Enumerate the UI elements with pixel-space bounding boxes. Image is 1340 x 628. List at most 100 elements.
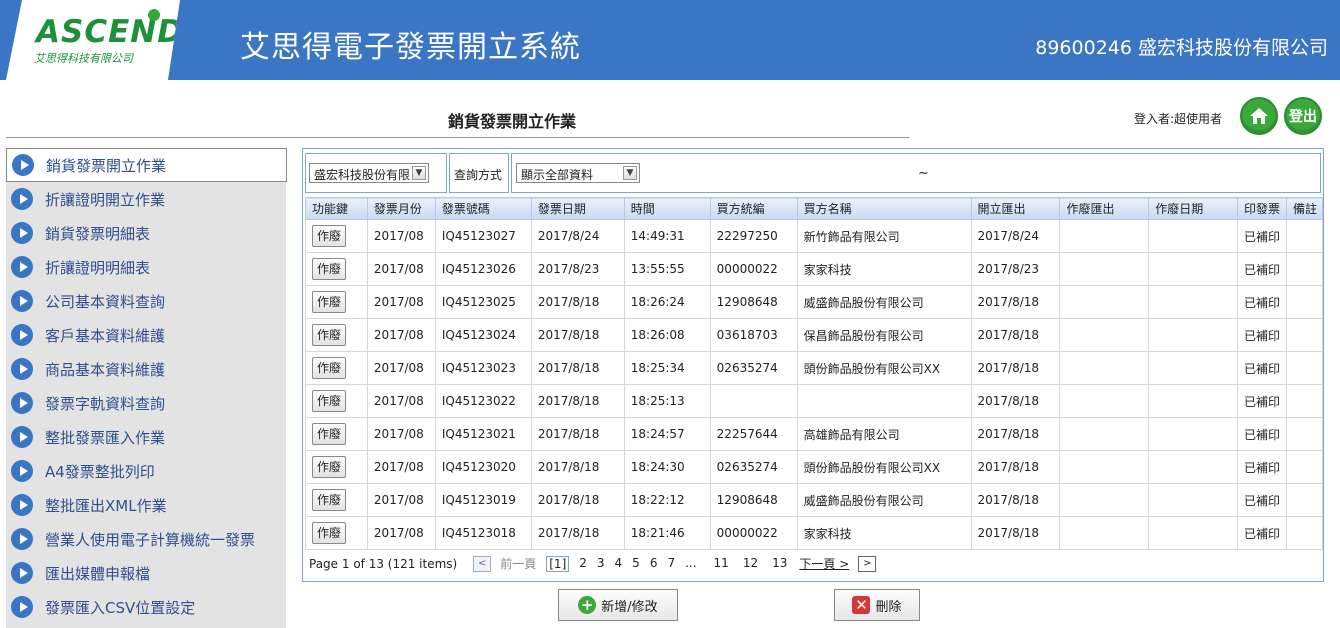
table-cell bbox=[796, 384, 972, 418]
void-button[interactable]: 作廢 bbox=[312, 522, 346, 544]
table-cell: 作廢 bbox=[305, 417, 368, 451]
column-header[interactable]: 開立匯出 bbox=[970, 197, 1061, 220]
add-edit-button[interactable]: + 新增/修改 bbox=[558, 589, 678, 621]
logo-text: ASCEND bbox=[36, 14, 184, 50]
prev-page-icon[interactable]: < bbox=[473, 555, 492, 572]
page-link[interactable]: 7 bbox=[667, 556, 675, 572]
table-cell: 作廢 bbox=[305, 483, 368, 517]
sidebar-item[interactable]: 銷貨發票開立作業 bbox=[6, 148, 287, 182]
sidebar-item[interactable]: 整批匯出XML作業 bbox=[6, 488, 286, 522]
void-button[interactable]: 作廢 bbox=[312, 456, 346, 478]
sidebar-item[interactable]: 客戶基本資料維護 bbox=[6, 318, 286, 352]
chevron-down-icon: ▼ bbox=[623, 166, 637, 180]
home-button[interactable] bbox=[1240, 97, 1278, 135]
sidebar-item-label: 整批發票匯入作業 bbox=[45, 428, 166, 447]
table-cell: 2017/8/18 bbox=[530, 483, 625, 517]
sidebar-item[interactable]: 銷貨發票明細表 bbox=[6, 216, 286, 250]
sidebar-item[interactable]: 整批發票匯入作業 bbox=[6, 420, 286, 454]
table-cell: 00000022 bbox=[709, 516, 798, 550]
sidebar-item[interactable]: 發票字軌資料查詢 bbox=[6, 386, 286, 420]
table-cell: 2017/08 bbox=[366, 417, 436, 451]
table-cell: 18:25:34 bbox=[623, 351, 711, 385]
sidebar-item-label: 銷貨發票開立作業 bbox=[46, 156, 167, 175]
column-header[interactable]: 發票號碼 bbox=[434, 197, 532, 220]
company-select[interactable]: 盛宏科技股份有限 ▼ bbox=[309, 163, 429, 183]
table-cell bbox=[1148, 450, 1239, 484]
column-header[interactable]: 發票月份 bbox=[366, 197, 436, 220]
sidebar-item[interactable]: A4發票整批列印 bbox=[6, 454, 286, 488]
sidebar-item[interactable]: 匯出媒體申報檔 bbox=[6, 556, 286, 590]
table-cell bbox=[1148, 285, 1239, 319]
table-cell: 作廢 bbox=[305, 516, 368, 550]
table-cell: 2017/08 bbox=[366, 285, 436, 319]
page-links: [1] 2 3 4 5 6 7... 11 12 13 bbox=[541, 555, 794, 572]
logo: ASCEND 艾思得科技有限公司 bbox=[0, 0, 180, 80]
page-link[interactable]: 13 bbox=[772, 556, 787, 572]
next-page-icon[interactable]: > bbox=[858, 555, 877, 572]
next-page-link[interactable]: 下一頁 > bbox=[799, 555, 849, 572]
sidebar-item-label: 公司基本資料查詢 bbox=[45, 292, 166, 311]
table-cell: 作廢 bbox=[305, 384, 368, 418]
table-cell: IQ45123023 bbox=[434, 351, 532, 385]
void-button[interactable]: 作廢 bbox=[312, 258, 346, 280]
prev-page-link[interactable]: 前一頁 bbox=[500, 555, 536, 572]
table-cell: 12908648 bbox=[709, 285, 798, 319]
void-button[interactable]: 作廢 bbox=[312, 225, 346, 247]
logout-button[interactable]: 登出 bbox=[1284, 97, 1322, 135]
query-select-value: 顯示全部資料 bbox=[521, 168, 594, 182]
page-link[interactable]: 3 bbox=[597, 556, 605, 572]
table-row: 作廢 2017/08 IQ45123019 2017/8/18 18:22:12 1290… bbox=[305, 483, 1324, 517]
page-link[interactable]: 6 bbox=[650, 556, 658, 572]
void-button[interactable]: 作廢 bbox=[312, 324, 346, 346]
table-cell bbox=[1059, 384, 1150, 418]
table-cell bbox=[1059, 516, 1150, 550]
table-cell: IQ45123018 bbox=[434, 516, 532, 550]
table-cell: 已補印 bbox=[1237, 285, 1287, 319]
sidebar-item[interactable]: 折讓證明明細表 bbox=[6, 250, 286, 284]
sidebar-item[interactable]: 營業人使用電子計算機統一發票 bbox=[6, 522, 286, 556]
sidebar-item[interactable]: 商品基本資料維護 bbox=[6, 352, 286, 386]
column-header[interactable]: 印發票 bbox=[1237, 197, 1287, 220]
page-link[interactable]: 2 bbox=[579, 556, 587, 572]
page-link[interactable]: 4 bbox=[615, 556, 623, 572]
page-link[interactable]: [1] bbox=[546, 555, 570, 572]
play-arrow-icon bbox=[11, 290, 33, 312]
sidebar-item[interactable]: 折讓證明開立作業 bbox=[6, 182, 286, 216]
sidebar-item[interactable]: 發票匯入CSV位置設定 bbox=[6, 590, 286, 624]
table-cell bbox=[1148, 252, 1239, 286]
table-row: 作廢 2017/08 IQ45123027 2017/8/24 14:49:31 2229… bbox=[305, 219, 1324, 253]
void-button[interactable]: 作廢 bbox=[312, 390, 346, 412]
table-cell: 2017/8/18 bbox=[970, 384, 1061, 418]
table-cell: 已補印 bbox=[1237, 384, 1287, 418]
column-header[interactable]: 備註 bbox=[1285, 197, 1324, 220]
table-cell: 18:24:30 bbox=[623, 450, 711, 484]
void-button[interactable]: 作廢 bbox=[312, 489, 346, 511]
page-link[interactable]: 11 bbox=[714, 556, 729, 572]
table-cell: 02635274 bbox=[709, 450, 798, 484]
table-cell: 已補印 bbox=[1237, 516, 1287, 550]
sidebar-item[interactable]: 公司基本資料查詢 bbox=[6, 284, 286, 318]
company-select-value: 盛宏科技股份有限 bbox=[314, 168, 411, 182]
void-button[interactable]: 作廢 bbox=[312, 291, 346, 313]
play-arrow-icon bbox=[11, 358, 33, 380]
column-header[interactable]: 發票日期 bbox=[530, 197, 625, 220]
table-cell: 2017/8/18 bbox=[970, 450, 1061, 484]
table-cell: 2017/8/18 bbox=[530, 318, 625, 352]
table-cell: 2017/8/18 bbox=[530, 516, 625, 550]
page-link[interactable]: 12 bbox=[743, 556, 758, 572]
column-header[interactable]: 時間 bbox=[623, 197, 711, 220]
column-header[interactable]: 功能鍵 bbox=[305, 197, 368, 220]
column-header[interactable]: 作廢匯出 bbox=[1059, 197, 1150, 220]
logo-dot-icon bbox=[148, 9, 160, 21]
delete-button[interactable]: ✕ 刪除 bbox=[834, 589, 920, 621]
void-button[interactable]: 作廢 bbox=[312, 357, 346, 379]
column-header[interactable]: 作廢日期 bbox=[1148, 197, 1239, 220]
table-cell: 家家科技 bbox=[796, 516, 972, 550]
column-header[interactable]: 買方統編 bbox=[709, 197, 798, 220]
table-cell bbox=[1059, 252, 1150, 286]
void-button[interactable]: 作廢 bbox=[312, 423, 346, 445]
query-select[interactable]: 顯示全部資料 ▼ bbox=[516, 163, 640, 183]
column-header[interactable]: 買方名稱 bbox=[796, 197, 972, 220]
page-link[interactable]: 5 bbox=[632, 556, 640, 572]
table-cell bbox=[1148, 516, 1239, 550]
